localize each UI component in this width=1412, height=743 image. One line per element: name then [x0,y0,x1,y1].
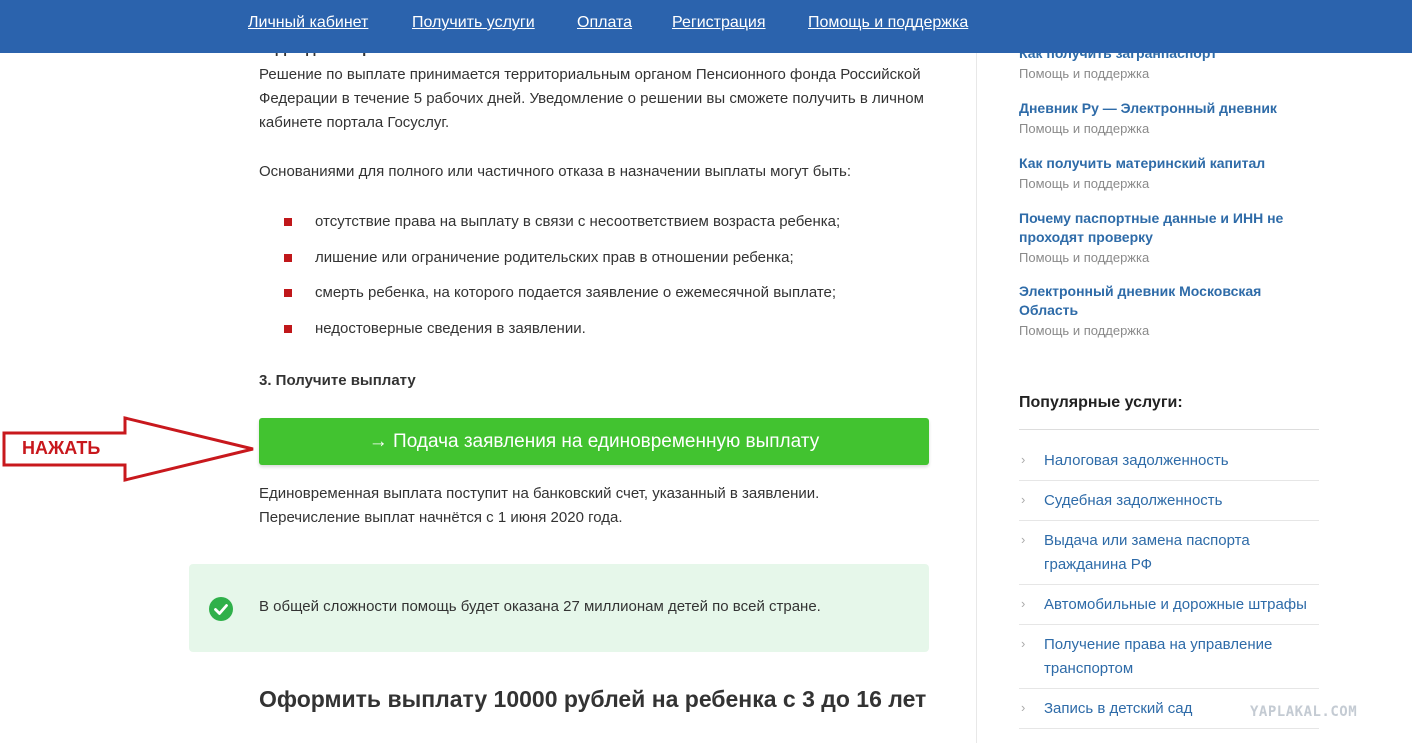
sidebar-article: Дневник Ру — Электронный дневник Помощь … [1019,99,1319,136]
refusal-reason-4: недостоверные сведения в заявлении. [315,319,586,337]
payment-text-1: Единовременная выплата поступит на банко… [259,485,820,502]
check-circle-icon [209,597,233,621]
payment-text-2: Перечисление выплат начнётся с 1 июня 20… [259,509,623,526]
decision-paragraph: Решение по выплате принимается территори… [259,66,924,131]
list-item[interactable]: › Налоговая задолженность [1019,441,1319,481]
annotation-label: НАЖАТЬ [22,438,101,458]
list-item: недостоверные сведения в заявлении. [284,318,840,354]
sidebar-article: Электронный дневник Московская Область П… [1019,282,1319,338]
list-item[interactable]: › Автомобильные и дорожные штрафы [1019,585,1319,625]
service-link[interactable]: Налоговая задолженность [1044,452,1229,469]
popular-services-heading: Популярные услуги: [1019,394,1183,411]
list-item[interactable]: › Выдача или замена паспорта гражданина Р… [1019,521,1319,585]
refusal-reason-3: смерть ребенка, на которого подается зая… [315,284,837,301]
nav-help-support[interactable]: Помощь и поддержка [808,14,968,32]
submit-application-button[interactable]: → Подача заявления на единовременную вып… [259,418,929,465]
article-link[interactable]: Как получить материнский капитал [1019,154,1319,173]
article-category: Помощь и поддержка [1019,250,1150,265]
nav-registration[interactable]: Регистрация [672,14,766,32]
list-item[interactable]: › Судебная задолженность [1019,481,1319,521]
service-link[interactable]: Выдача или замена паспорта гражданина РФ [1044,532,1250,573]
service-link[interactable]: Получение права на управление транспорто… [1044,636,1272,677]
article-link[interactable]: Дневник Ру — Электронный дневник [1019,99,1319,118]
article-category: Помощь и поддержка [1019,121,1150,136]
service-link[interactable]: Судебная задолженность [1044,492,1222,509]
column-divider [976,53,977,743]
step3-heading: 3. Получите выплату [259,372,416,389]
chevron-right-icon: › [1021,452,1026,467]
nav-payment[interactable]: Оплата [577,14,632,32]
bullet-square-icon [284,289,292,297]
sidebar-article: Как получить материнский капитал Помощь … [1019,154,1319,191]
chevron-right-icon: › [1021,492,1026,507]
bullet-square-icon [284,218,292,226]
bullet-square-icon [284,324,292,333]
section-heading: Оформить выплату 10000 рублей на ребенка… [259,686,927,712]
watermark: YAPLAKAL.COM [1250,704,1358,720]
info-note: В общей сложности помощь будет оказана 2… [189,564,929,652]
list-item: смерть ребенка, на которого подается зая… [284,282,840,318]
service-link[interactable]: Автомобильные и дорожные штрафы [1044,596,1307,613]
top-navigation: Личный кабинет Получить услуги Оплата Ре… [0,0,1412,53]
chevron-right-icon: › [1021,532,1026,547]
refusal-intro: Основаниями для полного или частичного о… [259,163,852,180]
list-item: отсутствие права на выплату в связи с не… [284,211,840,247]
service-link[interactable]: Запись в детский сад [1044,700,1192,717]
nav-personal-account[interactable]: Личный кабинет [248,14,368,32]
chevron-right-icon: › [1021,636,1026,651]
list-item[interactable]: › Получение права на управление транспорт… [1019,625,1319,689]
article-link[interactable]: Почему паспортные данные и ИНН не проход… [1019,209,1319,247]
article-link[interactable]: Электронный дневник Московская Область [1019,282,1319,320]
article-category: Помощь и поддержка [1019,176,1150,191]
sidebar-article: Почему паспортные данные и ИНН не проход… [1019,209,1319,265]
refusal-reason-2: лишение или ограничение родительских пра… [315,248,794,266]
refusal-reason-1: отсутствие права на выплату в связи с не… [315,213,841,230]
bullet-square-icon [284,253,292,262]
list-item: лишение или ограничение родительских пра… [284,247,840,283]
popular-services-list: › Налоговая задолженность › Судебная задол… [1019,441,1319,729]
nav-get-services[interactable]: Получить услуги [412,14,535,32]
article-category: Помощь и поддержка [1019,66,1150,81]
article-category: Помощь и поддержка [1019,323,1150,338]
decision-text: Решение по выплате принимается территори… [259,63,939,135]
sidebar-divider [1019,429,1319,430]
chevron-right-icon: › [1021,700,1026,715]
refusal-reasons-list: отсутствие права на выплату в связи с не… [284,211,840,353]
info-note-text: В общей сложности помощь будет оказана 2… [259,598,821,615]
chevron-right-icon: › [1021,596,1026,611]
